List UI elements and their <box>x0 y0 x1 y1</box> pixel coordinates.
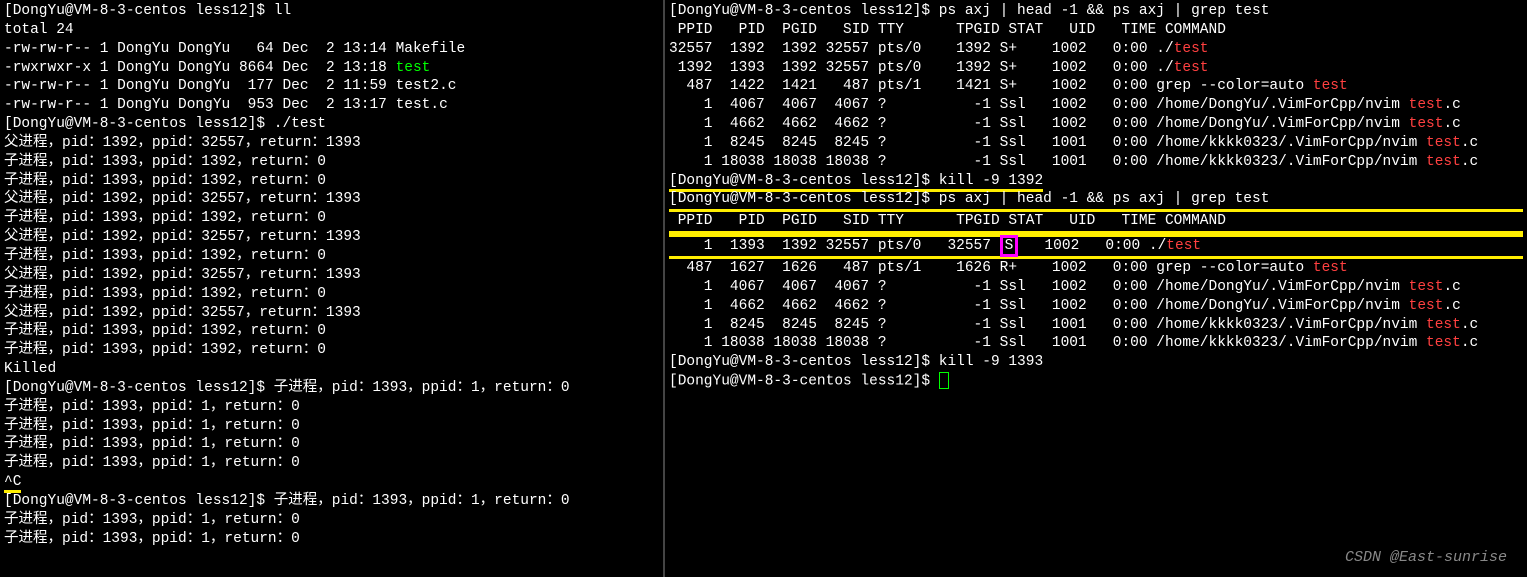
ls-row: -rwxrwxr-x 1 DongYu DongYu 8664 Dec 2 13… <box>4 59 659 78</box>
proc-row: 父进程，pid：1392，ppid：32557，return：1393 <box>4 266 659 285</box>
prompt-line: [DongYu@VM-8-3-centos less12]$ ./test <box>4 115 659 134</box>
prompt-line: [DongYu@VM-8-3-centos less12]$ ps axj | … <box>669 190 1523 209</box>
ps-highlighted-row: 1 1393 1392 32557 pts/0 32557 S 1002 0:0… <box>669 234 1523 259</box>
kill-cmd-text: [DongYu@VM-8-3-centos less12]$ kill -9 1… <box>669 173 1043 192</box>
ps-row: 1 18038 18038 18038 ? -1 Ssl 1001 0:00 /… <box>669 153 1523 172</box>
ctrl-c-text: ^C <box>4 474 21 493</box>
proc-row: 子进程，pid：1393，ppid：1392，return：0 <box>4 285 659 304</box>
ps-output-2: 487 1627 1626 487 pts/1 1626 R+ 1002 0:0… <box>669 259 1523 353</box>
prompt-line: [DongYu@VM-8-3-centos less12]$ ps axj | … <box>669 2 1523 21</box>
ps-row: 1392 1393 1392 32557 pts/0 1392 S+ 1002 … <box>669 59 1523 78</box>
orphan-row: 子进程，pid：1393，ppid：1，return：0 <box>4 435 659 454</box>
left-terminal[interactable]: [DongYu@VM-8-3-centos less12]$ ll total … <box>0 0 665 577</box>
prompt-line: [DongYu@VM-8-3-centos less12]$ <box>669 372 1523 391</box>
ps-output-1: 32557 1392 1392 32557 pts/0 1392 S+ 1002… <box>669 40 1523 172</box>
proc-row: 子进程，pid：1393，ppid：1392，return：0 <box>4 209 659 228</box>
process-output: 父进程，pid：1392，ppid：32557，return：1393子进程，p… <box>4 134 659 360</box>
proc-row: 子进程，pid：1393，ppid：1392，return：0 <box>4 247 659 266</box>
ps-row: 1 8245 8245 8245 ? -1 Ssl 1001 0:00 /hom… <box>669 134 1523 153</box>
orphan-row: 子进程，pid：1393，ppid：1，return：0 <box>4 398 659 417</box>
ps-row: 1 8245 8245 8245 ? -1 Ssl 1001 0:00 /hom… <box>669 316 1523 335</box>
proc-row: 父进程，pid：1392，ppid：32557，return：1393 <box>4 228 659 247</box>
prompt-line: [DongYu@VM-8-3-centos less12]$ 子进程，pid：1… <box>4 379 659 398</box>
terminal-side-by-side: [DongYu@VM-8-3-centos less12]$ ll total … <box>0 0 1527 577</box>
ps-header: PPID PID PGID SID TTY TPGID STAT UID TIM… <box>669 21 1523 40</box>
ls-row: -rw-rw-r-- 1 DongYu DongYu 64 Dec 2 13:1… <box>4 40 659 59</box>
ps-row: 1 4067 4067 4067 ? -1 Ssl 1002 0:00 /hom… <box>669 278 1523 297</box>
ctrl-c-line: ^C <box>4 473 659 492</box>
proc-row: 父进程，pid：1392，ppid：32557，return：1393 <box>4 304 659 323</box>
kill-line: [DongYu@VM-8-3-centos less12]$ kill -9 1… <box>669 172 1523 191</box>
orphan-row: 子进程，pid：1393，ppid：1，return：0 <box>4 511 659 530</box>
ls-row: -rw-rw-r-- 1 DongYu DongYu 177 Dec 2 11:… <box>4 77 659 96</box>
killed-line: Killed <box>4 360 659 379</box>
proc-row: 子进程，pid：1393，ppid：1392，return：0 <box>4 322 659 341</box>
ps-row: 487 1422 1421 487 pts/1 1421 S+ 1002 0:0… <box>669 77 1523 96</box>
ls-row: -rw-rw-r-- 1 DongYu DongYu 953 Dec 2 13:… <box>4 96 659 115</box>
ps-row: 1 4662 4662 4662 ? -1 Ssl 1002 0:00 /hom… <box>669 297 1523 316</box>
proc-row: 父进程，pid：1392，ppid：32557，return：1393 <box>4 134 659 153</box>
proc-row: 子进程，pid：1393，ppid：1392，return：0 <box>4 172 659 191</box>
kill-line-2: [DongYu@VM-8-3-centos less12]$ kill -9 1… <box>669 353 1523 372</box>
orphan-output: 子进程，pid：1393，ppid：1，return：0子进程，pid：1393… <box>4 398 659 473</box>
ps-row: 1 4067 4067 4067 ? -1 Ssl 1002 0:00 /hom… <box>669 96 1523 115</box>
proc-row: 子进程，pid：1393，ppid：1392，return：0 <box>4 341 659 360</box>
prompt-line: [DongYu@VM-8-3-centos less12]$ 子进程，pid：1… <box>4 492 659 511</box>
orphan-row: 子进程，pid：1393，ppid：1，return：0 <box>4 530 659 549</box>
prompt-text: [DongYu@VM-8-3-centos less12]$ <box>669 373 939 389</box>
proc-row: 子进程，pid：1393，ppid：1392，return：0 <box>4 153 659 172</box>
cursor-icon <box>939 372 949 389</box>
ps-row: 487 1627 1626 487 pts/1 1626 R+ 1002 0:0… <box>669 259 1523 278</box>
ps-header-2: PPID PID PGID SID TTY TPGID STAT UID TIM… <box>669 209 1523 234</box>
proc-row: 父进程，pid：1392，ppid：32557，return：1393 <box>4 190 659 209</box>
total-line: total 24 <box>4 21 659 40</box>
watermark-text: CSDN @East-sunrise <box>1345 548 1507 568</box>
prompt-line: [DongYu@VM-8-3-centos less12]$ ll <box>4 2 659 21</box>
orphan-row: 子进程，pid：1393，ppid：1，return：0 <box>4 454 659 473</box>
right-terminal[interactable]: [DongYu@VM-8-3-centos less12]$ ps axj | … <box>665 0 1527 577</box>
ps-row: 1 4662 4662 4662 ? -1 Ssl 1002 0:00 /hom… <box>669 115 1523 134</box>
orphan-output-2: 子进程，pid：1393，ppid：1，return：0子进程，pid：1393… <box>4 511 659 549</box>
orphan-row: 子进程，pid：1393，ppid：1，return：0 <box>4 417 659 436</box>
ps-row: 1 18038 18038 18038 ? -1 Ssl 1001 0:00 /… <box>669 334 1523 353</box>
ps-row: 32557 1392 1392 32557 pts/0 1392 S+ 1002… <box>669 40 1523 59</box>
ls-output: -rw-rw-r-- 1 DongYu DongYu 64 Dec 2 13:1… <box>4 40 659 115</box>
